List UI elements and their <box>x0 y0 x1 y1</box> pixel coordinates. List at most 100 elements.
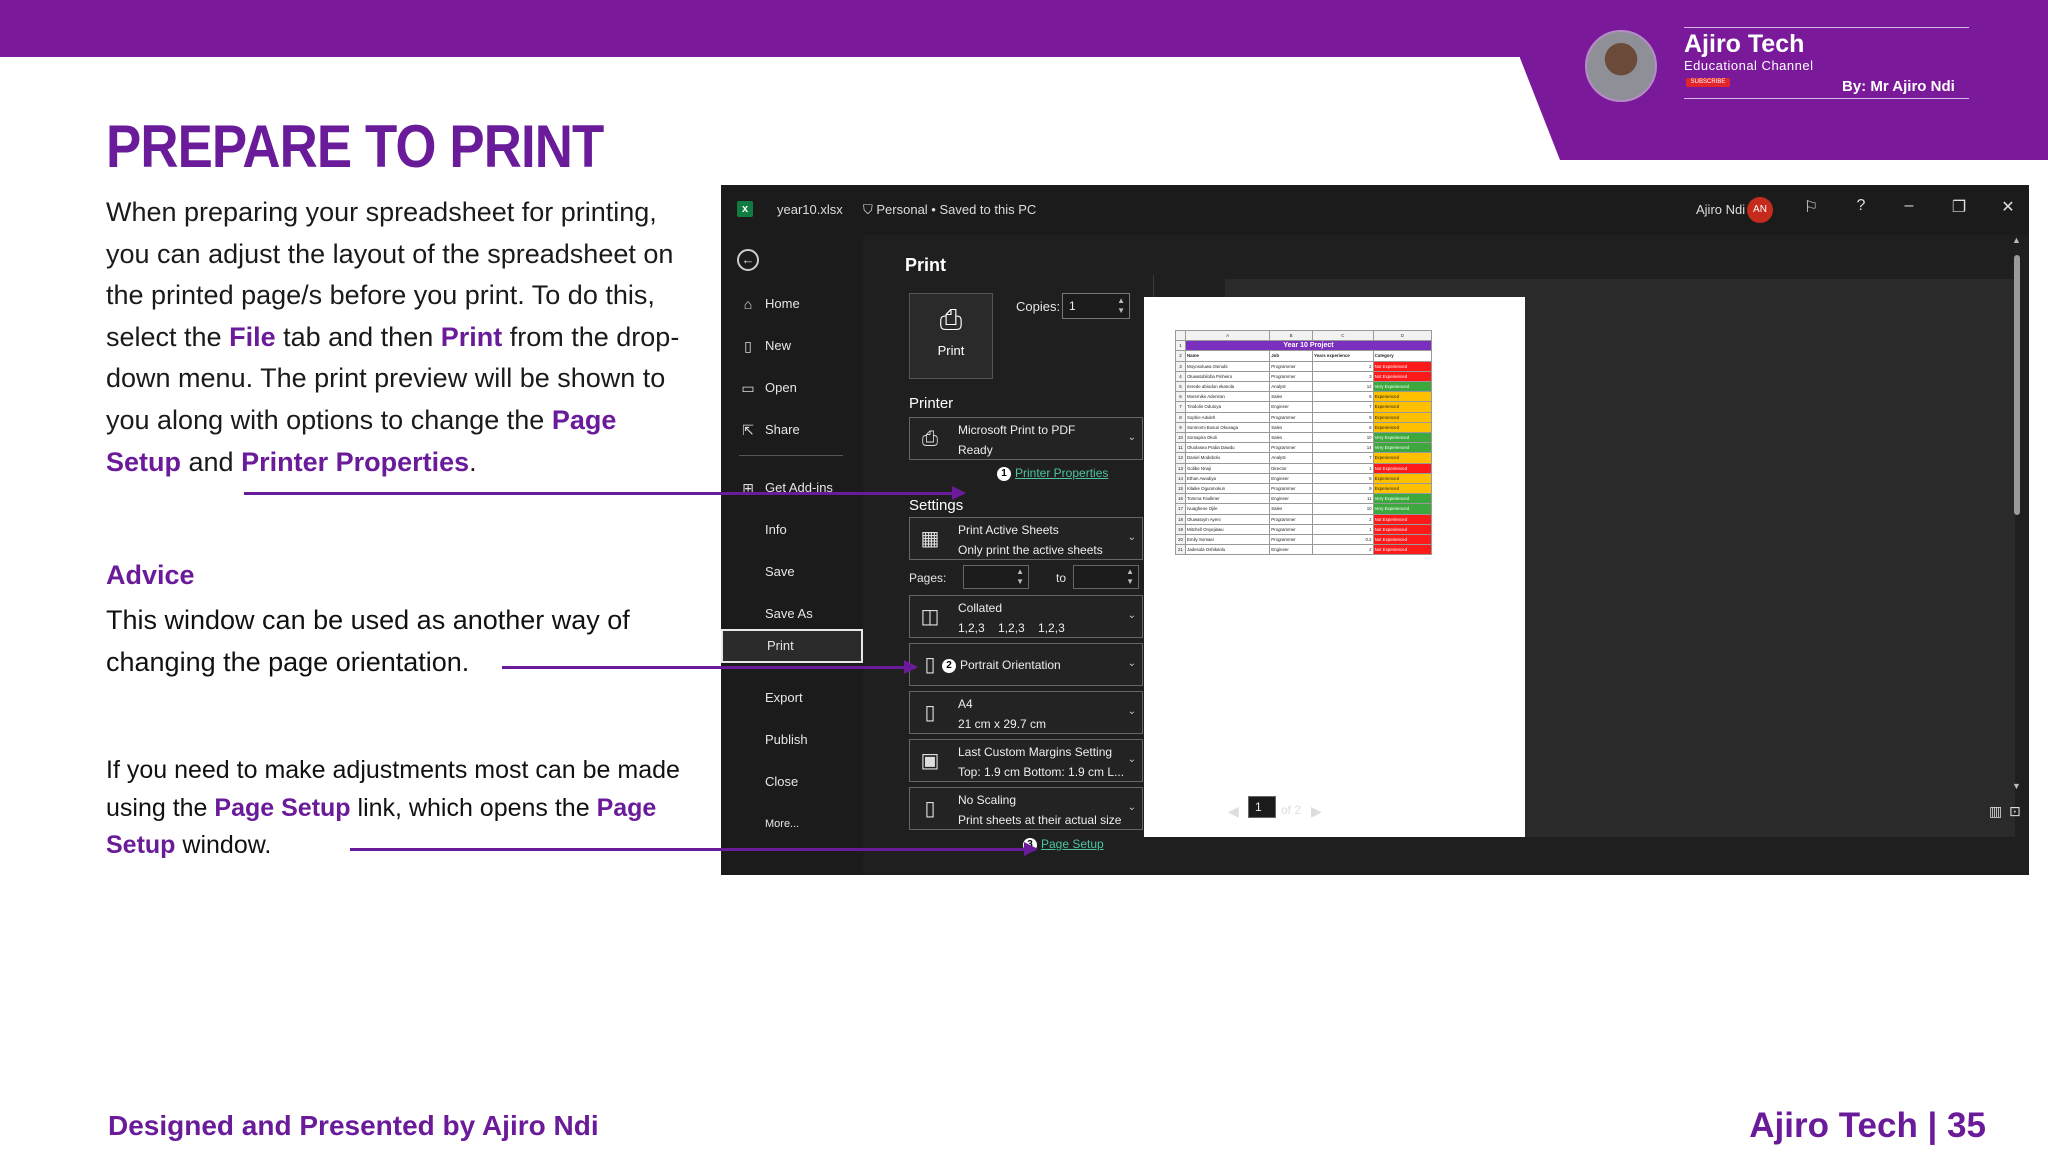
intro-printer-properties-highlight: Printer Properties <box>241 446 470 477</box>
nav-new[interactable]: ▯ New <box>721 329 863 363</box>
copies-input[interactable]: 1 ▲ ▼ <box>1062 293 1130 319</box>
previous-page-icon[interactable]: ◀ <box>1228 803 1239 820</box>
sheet-cell: Engineer <box>1269 401 1313 413</box>
collated-dropdown[interactable]: ◫ Collated 1,2,3 1,2,3 1,2,3 ⌄ <box>909 595 1143 638</box>
sheet-cell: Not Experienced <box>1372 462 1433 474</box>
table-row: 21 Jadesola Oshikanlu Engineer 2 Not Experie… <box>1175 544 1433 556</box>
sheet-header-cell: Category <box>1372 350 1433 362</box>
sheet-cell: Programmer <box>1269 513 1313 525</box>
sheet-cell: Iterede abiodun ekanola <box>1184 381 1271 393</box>
nav-publish[interactable]: Publish <box>721 723 863 757</box>
printer-name: Microsoft Print to PDF <box>958 423 1076 437</box>
column-header: B <box>1269 329 1313 342</box>
table-row: 6 Moremike Adeniran Sales 5 Experienced <box>1175 391 1433 403</box>
printer-dropdown[interactable]: ⎙ Microsoft Print to PDF Ready ⌄ <box>909 417 1143 460</box>
save-status-text: Personal • Saved to this PC <box>876 202 1037 217</box>
chevron-down-icon: ⌄ <box>1127 754 1136 765</box>
intro-print-highlight: Print <box>440 321 503 352</box>
sheet-cell: Tomma Faulkner <box>1184 493 1271 505</box>
sheet-cell: 12 <box>1311 381 1374 393</box>
nav-home-label: Home <box>765 296 800 311</box>
paper-size-dropdown[interactable]: ▯ A4 21 cm x 29.7 cm ⌄ <box>909 691 1143 734</box>
page-number-input[interactable]: 1 <box>1248 796 1276 818</box>
column-header: A <box>1184 329 1271 342</box>
show-margins-icon[interactable]: ▥ <box>1989 803 2002 820</box>
nav-open[interactable]: ▭ Open <box>721 371 863 405</box>
restore-icon[interactable]: ❐ <box>1946 197 1972 217</box>
sheets-main: Print Active Sheets <box>958 523 1059 537</box>
nav-save-as[interactable]: Save As <box>721 597 863 631</box>
pages-from-input[interactable]: ▲ ▼ <box>963 565 1029 589</box>
table-row: 18 Oluwatoyin Ayeni Programmer 2 Not Experie… <box>1175 513 1433 525</box>
scroll-down-icon[interactable]: ▼ <box>2012 781 2021 791</box>
collate-icon: ◫ <box>920 606 940 628</box>
row-number: 21 <box>1175 544 1186 556</box>
column-header: C <box>1311 329 1374 342</box>
scaling-dropdown[interactable]: ▯ No Scaling Print sheets at their actua… <box>909 787 1143 830</box>
preview-scrollbar[interactable]: ▲ ▼ <box>2011 235 2023 795</box>
nav-share[interactable]: ⇱ Share <box>721 413 863 447</box>
shield-icon: ⛉ <box>863 202 877 217</box>
chevron-down-icon: ⌄ <box>1127 532 1136 543</box>
printer-properties-link[interactable]: 1 Printer Properties <box>997 466 1108 481</box>
file-name: year10.xlsx <box>777 202 843 217</box>
table-row: 13 Golibe Nnaji Director 1 Not Experienced <box>1175 462 1433 474</box>
nav-new-label: New <box>765 338 792 353</box>
sheet-cell: Sales <box>1269 421 1313 434</box>
minimize-icon[interactable]: – <box>1896 197 1922 215</box>
pages-to-input[interactable]: ▲ ▼ <box>1073 565 1139 589</box>
chevron-down-icon: ⌄ <box>1127 658 1136 669</box>
sheet-cell: Experienced <box>1372 391 1433 403</box>
print-sheets-dropdown[interactable]: ▦ Print Active Sheets Only print the act… <box>909 517 1143 560</box>
print-panel-title: Print <box>905 255 947 275</box>
help-icon[interactable]: ? <box>1848 197 1874 215</box>
nav-get-add-ins[interactable]: ⊞ Get Add-ins <box>721 471 863 505</box>
margins-icon: ▣ <box>920 750 940 772</box>
zoom-to-page-icon[interactable]: ⊡ <box>2009 803 2021 820</box>
table-row: 3 Moyosoluwa Osinubi Programmer 2 Not Experi… <box>1175 360 1433 372</box>
row-number: 19 <box>1175 523 1186 536</box>
sheets-sub: Only print the active sheets <box>958 543 1103 557</box>
sheet-cell: 1 <box>1311 523 1374 536</box>
orientation-text: Portrait Orientation <box>960 658 1061 672</box>
user-name: Ajiro Ndi <box>1696 202 1746 217</box>
table-row: 9 Sunmomi Bosun Okusaga Sales 6 Experienced <box>1175 421 1433 434</box>
table-row: 4 Oluwatobiloba Pinheiro Programmer 3 Not Ex… <box>1175 370 1433 383</box>
sheet-cell: Daniel Modebolu <box>1184 452 1271 464</box>
subscribe-button[interactable]: SUBSCRIBE <box>1686 78 1730 87</box>
nav-close[interactable]: Close <box>721 765 863 799</box>
scroll-up-icon[interactable]: ▲ <box>2012 235 2021 245</box>
spinner-icon[interactable]: ▲ ▼ <box>1016 567 1024 587</box>
column-header: D <box>1372 329 1433 342</box>
next-page-icon[interactable]: ▶ <box>1311 803 1322 820</box>
margins-dropdown[interactable]: ▣ Last Custom Margins Setting Top: 1.9 c… <box>909 739 1143 782</box>
row-number: 16 <box>1175 493 1186 505</box>
feedback-icon[interactable]: ⚐ <box>1798 197 1824 217</box>
scrollbar-thumb[interactable] <box>2014 255 2020 515</box>
sheet-cell: Very Experienced <box>1372 381 1433 393</box>
orientation-dropdown[interactable]: ▯ 2 Portrait Orientation ⌄ <box>909 643 1143 686</box>
intro-text-2: tab and then <box>275 321 441 352</box>
back-arrow-icon[interactable]: ← <box>737 249 759 271</box>
table-row: 12 Daniel Modebolu Analyst 7 Experienced <box>1175 452 1433 464</box>
user-avatar[interactable]: AN <box>1747 197 1773 223</box>
intro-text-5: . <box>469 446 477 477</box>
close-icon[interactable]: ✕ <box>1995 197 2021 217</box>
sheet-cell: Experienced <box>1372 401 1433 413</box>
nav-home[interactable]: ⌂ Home <box>721 287 863 321</box>
print-button[interactable]: ⎙ Print <box>909 293 993 379</box>
spinner-icon[interactable]: ▲ ▼ <box>1117 296 1125 316</box>
nav-export[interactable]: Export <box>721 681 863 715</box>
sheet-cell: 7 <box>1311 401 1374 413</box>
row-number: 7 <box>1175 401 1186 413</box>
nav-save[interactable]: Save <box>721 555 863 589</box>
sheet-cell: Programmer <box>1269 411 1313 423</box>
table-row: 16 Tomma Faulkner Engineer 11 Very Experienc… <box>1175 493 1433 505</box>
nav-print[interactable]: Print <box>721 629 863 663</box>
sheet-cell: Analyst <box>1269 381 1313 393</box>
spinner-icon[interactable]: ▲ ▼ <box>1126 567 1134 587</box>
sheet-cell: Not Experienced <box>1372 360 1433 372</box>
nav-more[interactable]: More... <box>721 807 863 841</box>
nav-info[interactable]: Info <box>721 513 863 547</box>
excel-titlebar: x year10.xlsx ⛉ Personal • Saved to this… <box>721 185 2029 235</box>
